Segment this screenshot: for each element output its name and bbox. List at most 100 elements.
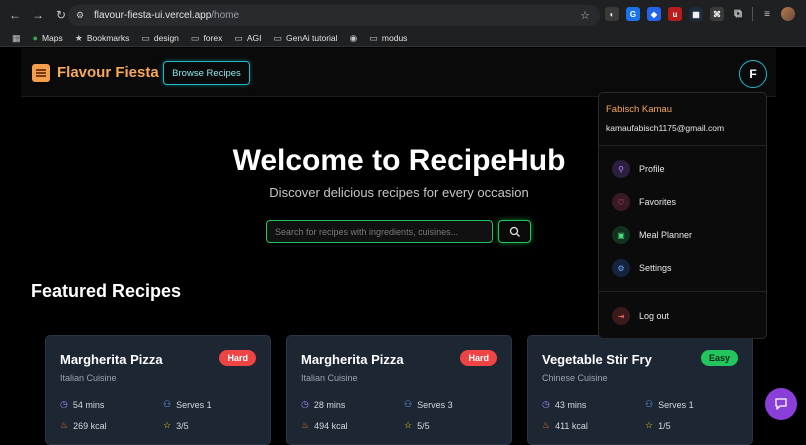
recipe-time: ◷ 54 mins: [60, 399, 105, 410]
translate-extension-icon[interactable]: G: [626, 7, 640, 21]
recipe-time: ◷ 43 mins: [542, 399, 587, 410]
ublock-extension-icon[interactable]: u: [668, 7, 682, 21]
clock-icon: ◷: [542, 399, 550, 409]
user-avatar-button[interactable]: F: [739, 60, 767, 88]
difficulty-badge: Hard: [460, 350, 497, 366]
recipe-name: Margherita Pizza: [60, 352, 163, 367]
maps-icon: ●: [32, 33, 38, 43]
calendar-icon: ▣: [612, 226, 630, 244]
extension-icon[interactable]: ▦: [689, 7, 703, 21]
menu-icon[interactable]: ⋮: [802, 7, 806, 21]
chat-button[interactable]: [765, 388, 797, 420]
recipe-card[interactable]: Margherita Pizza Hard Italian Cuisine ◷ 2…: [286, 335, 512, 445]
featured-recipes-heading: Featured Recipes: [31, 281, 182, 301]
user-icon: ⚲: [612, 160, 630, 178]
clock-icon: ◷: [301, 399, 309, 409]
bookmarks-bar: ▦ ● Maps ★ Bookmarks ▭ design ▭ forex ▭ AGI ▭…: [0, 30, 806, 47]
extension-icon[interactable]: ◐: [605, 7, 619, 21]
recipe-time: ◷ 28 mins: [301, 399, 346, 410]
search-button[interactable]: [498, 220, 531, 243]
browser-toolbar: ← → ↻ ⚙ flavour-fiesta-ui.vercel.app/hom…: [0, 0, 806, 30]
menu-divider: [599, 291, 766, 292]
recipe-search-input[interactable]: [266, 220, 493, 243]
bookmark-bookmarks[interactable]: ★ Bookmarks: [75, 33, 130, 44]
recipe-cuisine: Italian Cuisine: [301, 373, 358, 383]
folder-icon: ▭: [273, 32, 283, 43]
flame-icon: ♨: [60, 420, 69, 430]
puzzle-icon[interactable]: ⧉: [731, 7, 745, 21]
recipe-calories: ♨ 494 kcal: [301, 420, 348, 431]
globe-icon: ◉: [349, 32, 358, 43]
back-icon[interactable]: ←: [7, 7, 23, 23]
address-bar[interactable]: ⚙ flavour-fiesta-ui.vercel.app/home ☆: [68, 5, 600, 26]
star-icon: ☆: [163, 420, 172, 430]
url-path: /home: [211, 10, 240, 21]
bookmark-forex[interactable]: ▭ forex: [191, 33, 222, 44]
user-menu-dropdown: Fabisch Kamau kamaufabisch1175@gmail.com…: [598, 92, 767, 339]
recipe-cuisine: Chinese Cuisine: [542, 373, 608, 383]
extensions-bar: ◐ G ◆ u ▦ ⌘ ⧉ ≡ ⋮: [605, 7, 806, 21]
profile-avatar[interactable]: [781, 7, 795, 21]
bookmark-design[interactable]: ▭ design: [141, 33, 179, 44]
recipe-name: Vegetable Stir Fry: [542, 352, 652, 367]
star-icon: ☆: [404, 420, 413, 430]
reload-icon[interactable]: ↻: [53, 7, 69, 23]
browse-recipes-button[interactable]: Browse Recipes: [163, 61, 250, 85]
shield-extension-icon[interactable]: ◆: [647, 7, 661, 21]
site-info-icon[interactable]: ⚙: [76, 10, 88, 21]
star-icon: ☆: [645, 420, 654, 430]
difficulty-badge: Hard: [219, 350, 256, 366]
menu-divider: [599, 145, 766, 146]
menu-item-settings[interactable]: ⚙ Settings: [612, 259, 752, 277]
folder-icon: ▭: [190, 32, 200, 43]
heart-icon: ♡: [612, 193, 630, 211]
bookmark-maps[interactable]: ● Maps: [33, 33, 63, 43]
recipe-card[interactable]: Vegetable Stir Fry Easy Chinese Cuisine …: [527, 335, 753, 445]
recipe-calories: ♨ 269 kcal: [60, 420, 107, 431]
bookmark-star-icon[interactable]: ☆: [580, 9, 590, 22]
user-name: Fabisch Kamau: [606, 104, 673, 115]
recipe-name: Margherita Pizza: [301, 352, 404, 367]
logo-text[interactable]: Flavour Fiesta: [57, 64, 159, 81]
navbar: Flavour Fiesta Browse Recipes F: [21, 48, 776, 97]
menu-item-logout[interactable]: ⇥ Log out: [612, 307, 752, 325]
recipe-card[interactable]: Margherita Pizza Hard Italian Cuisine ◷ 5…: [45, 335, 271, 445]
users-icon: ⚇: [404, 399, 413, 409]
separator: [752, 7, 753, 21]
recipe-cuisine: Italian Cuisine: [60, 373, 117, 383]
recipe-rating: ☆ 1/5: [645, 420, 671, 431]
extension-icon[interactable]: ⌘: [710, 7, 724, 21]
flame-icon: ♨: [301, 420, 310, 430]
clock-icon: ◷: [60, 399, 68, 409]
folder-icon: ▭: [141, 32, 150, 43]
bookmark-globe[interactable]: ◉: [350, 33, 358, 44]
menu-item-meal-planner[interactable]: ▣ Meal Planner: [612, 226, 752, 244]
users-icon: ⚇: [163, 399, 172, 409]
bookmark-modus[interactable]: ▭ modus: [369, 33, 407, 44]
users-icon: ⚇: [645, 399, 654, 409]
gear-icon: ⚙: [612, 259, 630, 277]
star-icon: ★: [74, 32, 83, 43]
user-email: kamaufabisch1175@gmail.com: [606, 123, 725, 133]
bookmark-agi[interactable]: ▭ AGI: [234, 33, 261, 44]
recipe-rating: ☆ 5/5: [404, 420, 430, 431]
menu-item-favorites[interactable]: ♡ Favorites: [612, 193, 752, 211]
logout-icon: ⇥: [612, 307, 630, 325]
folder-icon: ▭: [369, 32, 378, 43]
recipe-serves: ⚇ Serves 1: [163, 399, 212, 410]
url-host: flavour-fiesta-ui.vercel.app: [94, 10, 212, 21]
recipe-serves: ⚇ Serves 3: [404, 399, 453, 410]
folder-icon: ▭: [234, 32, 243, 43]
media-icon[interactable]: ≡: [760, 7, 774, 21]
recipe-serves: ⚇ Serves 1: [645, 399, 694, 410]
chat-icon: [775, 398, 787, 410]
forward-icon[interactable]: →: [30, 7, 46, 23]
search-icon: [509, 226, 520, 237]
bookmark-genai-tutorial[interactable]: ▭ GenAi tutorial: [274, 33, 338, 44]
recipe-calories: ♨ 411 kcal: [542, 420, 588, 431]
flame-icon: ♨: [542, 420, 551, 430]
logo-icon[interactable]: [32, 64, 50, 82]
recipe-rating: ☆ 3/5: [163, 420, 189, 431]
apps-icon[interactable]: ▦: [12, 33, 21, 44]
menu-item-profile[interactable]: ⚲ Profile: [612, 160, 752, 178]
